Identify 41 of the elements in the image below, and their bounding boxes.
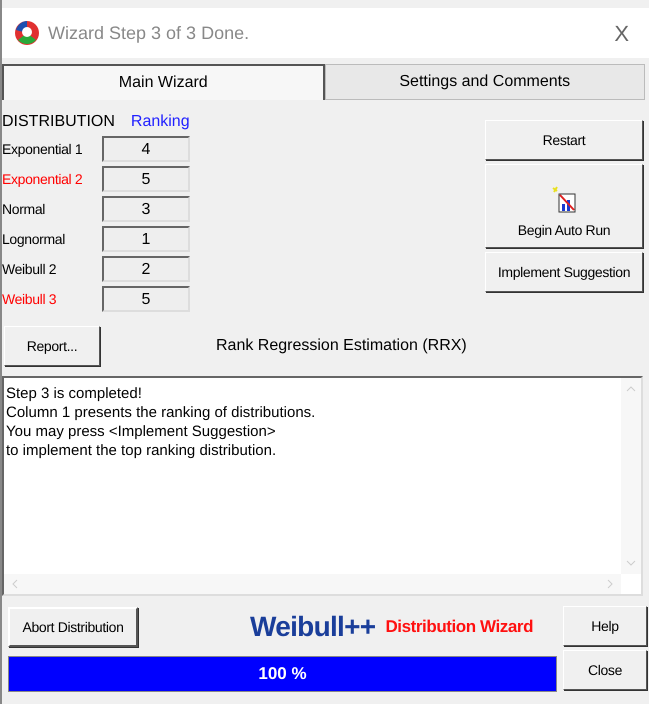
auto-run-button[interactable]: Begin Auto Run	[485, 164, 643, 248]
method-label: Rank Regression Estimation (RRX)	[216, 336, 467, 356]
rank-cell: 4	[102, 136, 190, 162]
abort-button[interactable]: Abort Distribution	[8, 607, 138, 647]
scroll-left-icon[interactable]	[12, 579, 18, 589]
rank-cell: 3	[102, 196, 190, 222]
tab[interactable]: Settings and Comments	[324, 64, 645, 100]
action-button[interactable]: Implement Suggestion	[485, 252, 643, 292]
vertical-scrollbar[interactable]	[621, 378, 641, 574]
horizontal-scrollbar[interactable]	[4, 574, 621, 594]
message-line: to implement the top ranking distribution.	[6, 441, 278, 460]
logo-subtitle: Distribution Wizard	[385, 616, 534, 638]
rank-cell: 2	[102, 256, 190, 282]
logo-text: Weibull++	[250, 610, 376, 644]
help-button[interactable]: Help	[563, 606, 647, 646]
distribution-name: Exponential 2	[2, 170, 84, 189]
distribution-name: Normal	[2, 200, 46, 218]
report-button[interactable]: Report...	[4, 326, 100, 366]
progress-reading: 100 %	[257, 663, 308, 686]
column-header: DISTRIBUTION	[2, 112, 115, 132]
distribution-name: Exponential 1	[2, 140, 84, 159]
scroll-right-icon[interactable]	[607, 579, 613, 589]
tab[interactable]: Main Wizard	[2, 64, 324, 100]
rank-cell: 1	[102, 226, 190, 252]
message-line: Step 3 is completed!	[6, 384, 143, 403]
distribution-name: Weibull 2	[2, 260, 58, 278]
scroll-up-icon[interactable]	[626, 386, 636, 392]
message-line: Column 1 presents the ranking of distributions.	[6, 403, 316, 422]
rank-cell: 5	[102, 286, 190, 312]
distribution-name: Lognormal	[2, 230, 66, 249]
window-close-button[interactable]: X	[614, 16, 637, 50]
close-dialog-button[interactable]: Close	[563, 650, 647, 690]
wand-chart-icon	[551, 186, 577, 214]
distribution-name: Weibull 3	[2, 290, 58, 308]
app-logo-icon	[14, 20, 40, 46]
column-header: Ranking	[130, 112, 190, 132]
rank-cell: 5	[102, 166, 190, 192]
window-title: Wizard Step 3 of 3 Done.	[48, 22, 250, 45]
action-button[interactable]: Restart	[485, 120, 643, 160]
scroll-down-icon[interactable]	[626, 560, 636, 566]
message-line: You may press <Implement Suggestion>	[6, 422, 277, 441]
